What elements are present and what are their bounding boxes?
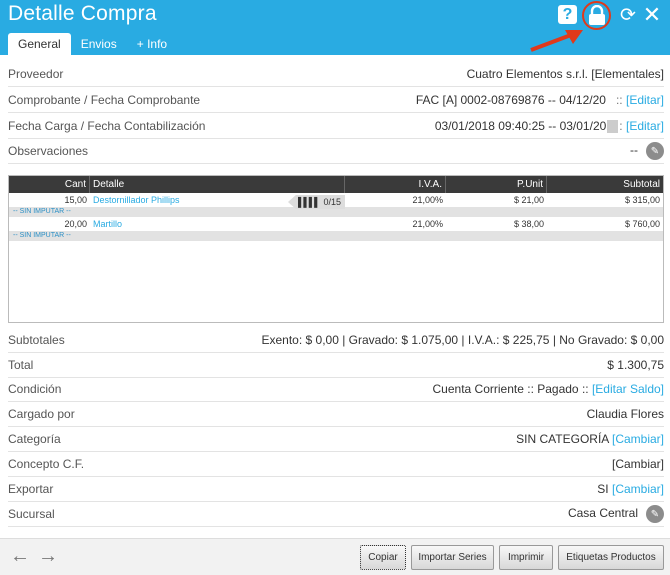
field-value: SIN CATEGORÍA [Cambiar]	[516, 432, 664, 446]
tab-general[interactable]: General	[8, 33, 71, 55]
summary-cargado-por: Cargado por Claudia Flores	[8, 402, 664, 427]
series-count: 0/15	[323, 197, 341, 207]
cell-punit: $ 38,00	[513, 219, 544, 229]
barcode-icon: ▌▌▌▌	[297, 197, 320, 207]
cell-iva: 21,00%	[412, 195, 443, 205]
edit-saldo-link[interactable]: [Editar Saldo]	[592, 382, 664, 396]
window-title: Detalle Compra	[8, 2, 157, 25]
etiquetas-productos-button[interactable]: Etiquetas Productos	[558, 545, 664, 570]
summary-subtotales: Subtotales Exento: $ 0,00 | Gravado: $ 1…	[8, 328, 664, 353]
grid-header: Cant Detalle I.V.A. P.Unit Subtotal	[9, 176, 663, 193]
fecha-carga-value: 03/01/2018 09:40:25 -- 03/01/20	[434, 118, 607, 133]
field-label: Total	[8, 358, 34, 372]
col-iva[interactable]: I.V.A.	[345, 176, 446, 193]
field-value: 03/01/2018 09:40:25 -- 03/01/20: [Editar…	[434, 118, 664, 134]
summary-condicion: Condición Cuenta Corriente :: Pagado :: …	[8, 377, 664, 402]
hidden-text-box	[607, 120, 619, 134]
back-arrow-icon[interactable]: ←	[10, 545, 30, 568]
field-label: Categoría	[8, 432, 61, 446]
series-barcode[interactable]: ▌▌▌▌ 0/15	[287, 195, 345, 209]
observaciones-value: --	[630, 143, 638, 158]
field-label: Subtotales	[8, 333, 65, 347]
cell-subtotal: $ 315,00	[624, 195, 660, 205]
field-label: Sucursal	[8, 507, 55, 521]
col-cant[interactable]: Cant	[9, 176, 90, 193]
imprimir-button[interactable]: Imprimir	[499, 545, 553, 570]
field-value: SI [Cambiar]	[597, 482, 664, 496]
exportar-value: SI	[597, 482, 609, 496]
col-detalle[interactable]: Detalle	[90, 176, 345, 193]
cambiar-concepto-link[interactable]: [Cambiar]	[612, 457, 664, 471]
edit-comprobante-link[interactable]: [Editar]	[626, 93, 664, 107]
copiar-button[interactable]: Copiar	[360, 545, 406, 570]
field-observaciones: Observaciones -- ✎	[8, 139, 664, 164]
item-link[interactable]: Destornillador Phillips	[93, 195, 180, 205]
sucursal-value: Casa Central	[567, 506, 638, 521]
table-row[interactable]: 20,00 Martillo 21,00% $ 38,00 $ 760,00	[9, 217, 663, 231]
field-label: Observaciones	[8, 144, 89, 158]
total-value: $ 1.300,75	[607, 358, 664, 372]
forward-arrow-icon[interactable]: →	[38, 545, 58, 568]
annotation-arrow-icon	[530, 30, 583, 52]
sin-imputar-note[interactable]: -- SIN IMPUTAR --	[9, 231, 663, 241]
summary-total: Total $ 1.300,75	[8, 353, 664, 378]
footer-bar: ← → Copiar Importar Series Imprimir Etiq…	[0, 538, 670, 575]
separator: :	[619, 118, 623, 133]
refresh-icon[interactable]: ⟳	[617, 4, 639, 26]
pencil-icon[interactable]: ✎	[646, 505, 664, 523]
proveedor-link[interactable]: Cuatro Elementos s.r.l. [Elementales]	[467, 67, 664, 81]
summary-concepto: Concepto C.F. [Cambiar]	[8, 452, 664, 477]
cell-subtotal: $ 760,00	[624, 219, 660, 229]
importar-series-button[interactable]: Importar Series	[411, 545, 494, 570]
field-label: Condición	[8, 382, 62, 396]
field-proveedor: Proveedor Cuatro Elementos s.r.l. [Eleme…	[8, 62, 664, 87]
field-label: Concepto C.F.	[8, 457, 85, 471]
cell-punit: $ 21,00	[513, 195, 544, 205]
condicion-value: Cuenta Corriente :: Pagado ::	[432, 382, 589, 396]
cell-detalle[interactable]: Destornillador Phillips ▌▌▌▌ 0/15	[90, 195, 345, 209]
cargado-por-value: Claudia Flores	[586, 407, 664, 421]
edit-fecha-link[interactable]: [Editar]	[626, 119, 664, 133]
summary-categoria: Categoría SIN CATEGORÍA [Cambiar]	[8, 427, 664, 452]
field-label: Comprobante / Fecha Comprobante	[8, 93, 201, 107]
col-punit[interactable]: P.Unit	[446, 176, 547, 193]
lock-highlight-circle	[582, 1, 611, 30]
cambiar-categoria-link[interactable]: [Cambiar]	[612, 432, 664, 446]
subtotales-value: Exento: $ 0,00 | Gravado: $ 1.075,00 | I…	[261, 333, 664, 347]
summary-exportar: Exportar SI [Cambiar]	[8, 477, 664, 502]
field-label: Cargado por	[8, 407, 75, 421]
categoria-value: SIN CATEGORÍA	[516, 432, 609, 446]
items-grid: Cant Detalle I.V.A. P.Unit Subtotal 15,0…	[8, 175, 664, 323]
cambiar-exportar-link[interactable]: [Cambiar]	[612, 482, 664, 496]
field-comprobante: Comprobante / Fecha Comprobante FAC [A] …	[8, 88, 664, 113]
field-value: FAC [A] 0002-08769876 -- 04/12/20 :: [Ed…	[416, 93, 664, 107]
cell-iva: 21,00%	[412, 219, 443, 229]
field-value: Casa Central ✎	[568, 505, 664, 523]
tab-envios[interactable]: Envios	[71, 33, 127, 55]
cell-cant: 20,00	[64, 219, 87, 229]
cell-cant: 15,00	[64, 195, 87, 205]
field-label: Fecha Carga / Fecha Contabilización	[8, 119, 206, 133]
comprobante-value: FAC [A] 0002-08769876 -- 04/12/20	[415, 93, 606, 107]
separator: ::	[615, 93, 623, 107]
tab-info[interactable]: + Info	[127, 33, 177, 55]
field-value: -- ✎	[630, 142, 664, 160]
cell-detalle[interactable]: Martillo	[90, 219, 345, 229]
col-subtotal[interactable]: Subtotal	[547, 176, 663, 193]
close-icon[interactable]: ✕	[641, 2, 663, 27]
pencil-icon[interactable]: ✎	[646, 142, 664, 160]
field-label: Proveedor	[8, 67, 64, 81]
field-fecha-carga: Fecha Carga / Fecha Contabilización 03/0…	[8, 114, 664, 139]
table-row[interactable]: 15,00 Destornillador Phillips ▌▌▌▌ 0/15 2…	[9, 193, 663, 209]
summary-sucursal: Sucursal Casa Central ✎	[8, 502, 664, 527]
tab-bar: General Envios + Info	[8, 33, 177, 55]
field-value: Cuenta Corriente :: Pagado :: [Editar Sa…	[433, 382, 664, 396]
field-label: Exportar	[8, 482, 54, 496]
help-icon[interactable]: ?	[558, 5, 577, 24]
